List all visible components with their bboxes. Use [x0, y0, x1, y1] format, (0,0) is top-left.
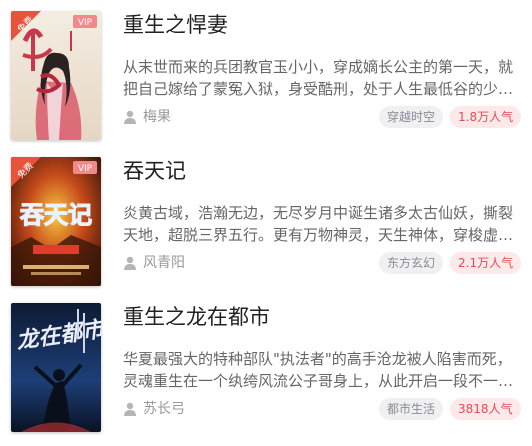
book-item[interactable]: 免费 VIP 重生之悍妻 从末世而来的兵团教官玉小小，穿成嫡长公主的第一天，就把… [0, 11, 532, 149]
book-item[interactable]: 龙在都市 重生之龙在都市 华夏最强大的特种部队"执法者"的高手沧龙被人陷害而死，… [0, 303, 532, 441]
book-meta: 苏长弓 都市生活 3818人气 [123, 396, 521, 422]
genre-tag[interactable]: 都市生活 [379, 398, 444, 420]
book-author: 苏长弓 [143, 401, 185, 417]
book-description: 炎黄古域，浩瀚无边，无尽岁月中诞生诸多太古仙妖，撕裂天地，超脱三界五行。更有万物… [123, 204, 514, 244]
genre-tag[interactable]: 东方玄幻 [379, 252, 444, 274]
book-meta: 风青阳 东方玄幻 2.1万人气 [123, 250, 522, 276]
popularity-badge: 1.8万人气 [450, 106, 522, 128]
popularity-badge: 2.1万人气 [450, 252, 522, 274]
book-list: 免费 VIP 重生之悍妻 从末世而来的兵团教官玉小小，穿成嫡长公主的第一天，就把… [0, 0, 532, 446]
book-description: 从末世而来的兵团教官玉小小，穿成嫡长公主的第一天，就把自己嫁给了蒙冤入狱，身受酷… [123, 58, 514, 98]
vip-badge-text: VIP [78, 18, 93, 28]
book-title[interactable]: 吞天记 [123, 157, 186, 185]
vip-badge-text: VIP [78, 164, 93, 174]
person-icon [124, 256, 136, 270]
person-icon [124, 110, 136, 124]
book-title[interactable]: 重生之悍妻 [123, 11, 228, 39]
book-cover[interactable]: 免费 VIP [11, 11, 101, 140]
book-description: 华夏最强大的特种部队"执法者"的高手沧龙被人陷害而死，灵魂重生在一个纨绔风流公子… [123, 350, 514, 390]
person-icon [124, 402, 136, 416]
genre-tag[interactable]: 穿越时空 [379, 106, 444, 128]
cover-art: 免费 VIP [11, 11, 101, 140]
book-item[interactable]: 吞天记 免费 VIP 吞天记 炎黄古域，浩瀚无边，无尽岁月中诞生诸多太古仙妖，撕… [0, 157, 532, 295]
book-cover[interactable]: 龙在都市 [11, 303, 101, 432]
book-meta: 梅果 穿越时空 1.8万人气 [123, 104, 522, 130]
book-author: 梅果 [143, 109, 171, 125]
book-title[interactable]: 重生之龙在都市 [123, 303, 270, 331]
popularity-badge: 3818人气 [450, 398, 521, 420]
book-author: 风青阳 [143, 255, 185, 271]
book-cover[interactable]: 吞天记 免费 VIP [11, 157, 101, 286]
cover-art-text: 吞天记 [20, 201, 92, 229]
cover-art: 龙在都市 [11, 303, 101, 432]
cover-art: 吞天记 免费 VIP [11, 157, 101, 286]
